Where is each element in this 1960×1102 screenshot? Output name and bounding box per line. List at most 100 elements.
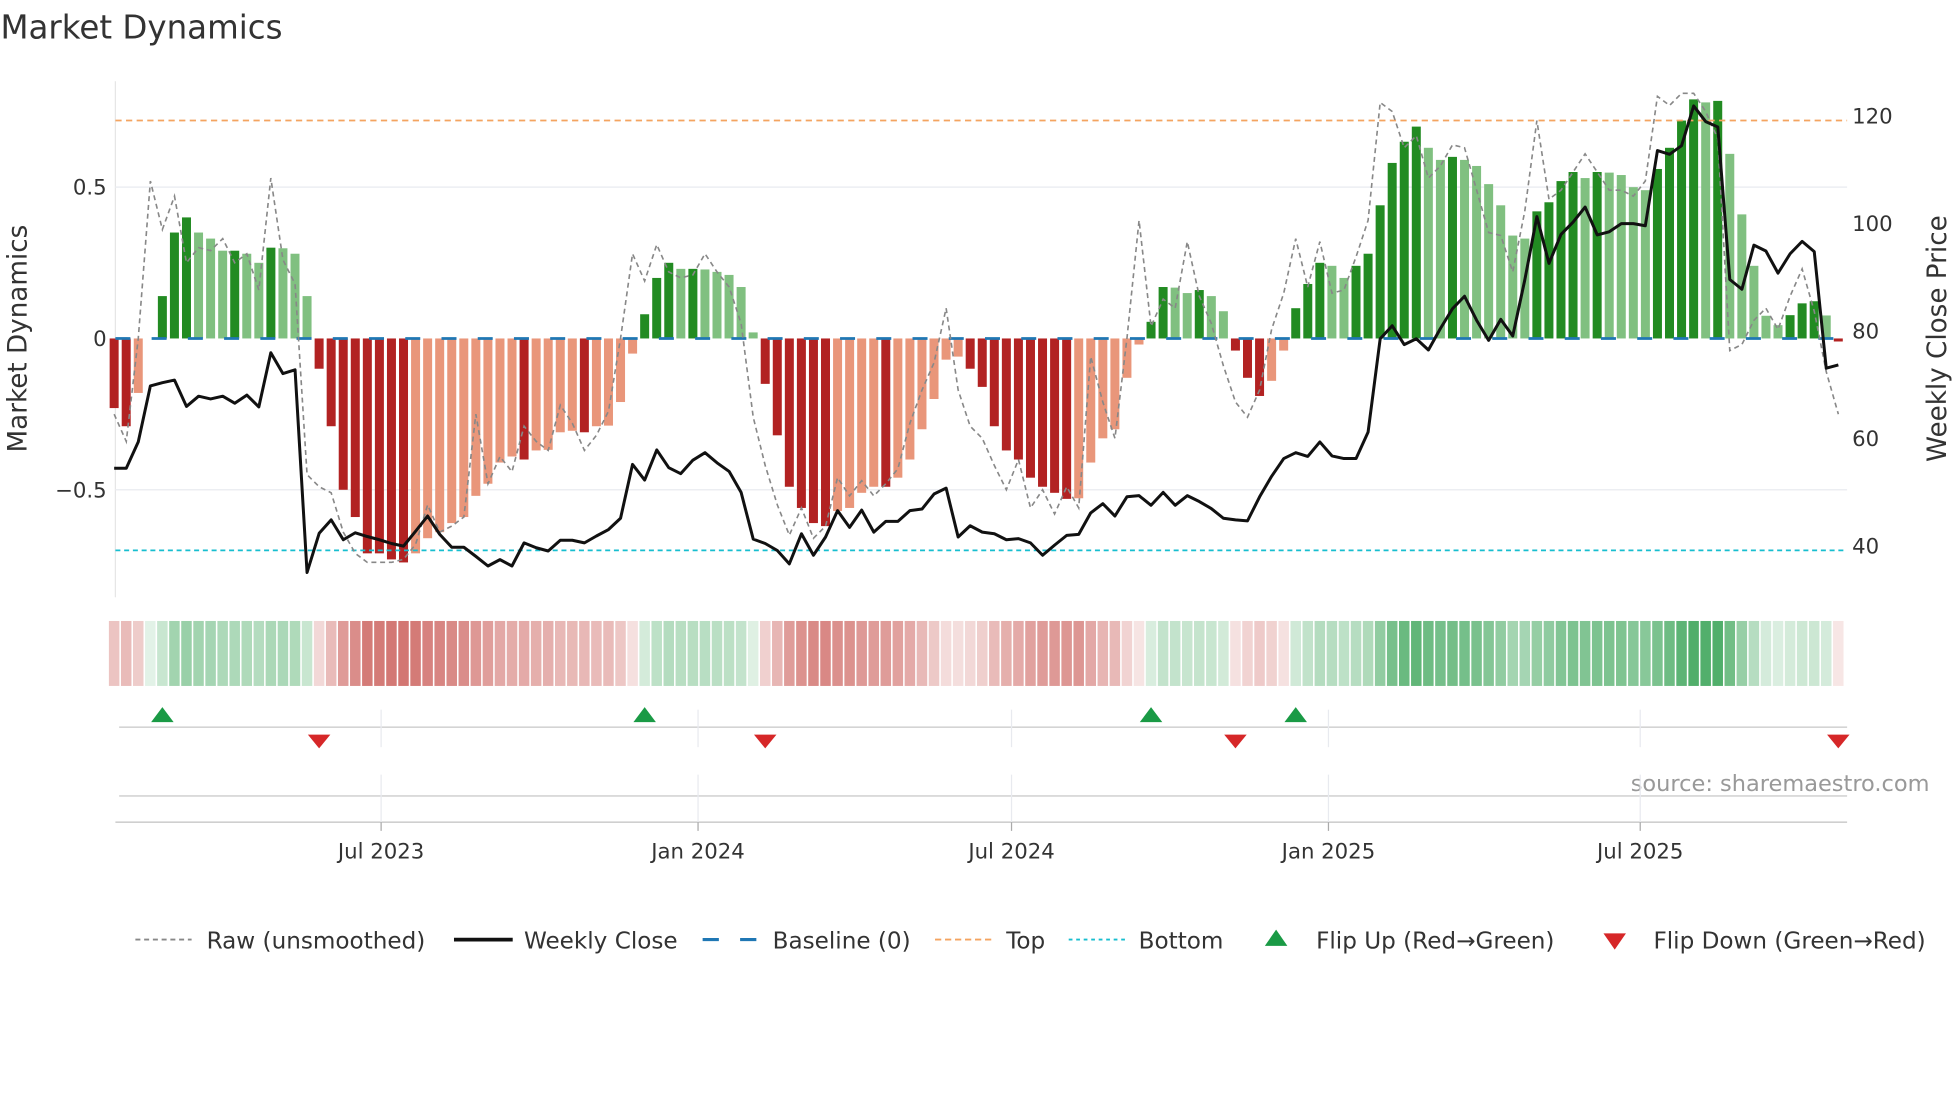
histogram-bar [290,253,300,339]
histogram-bar [1616,175,1626,339]
heat-cell [1194,620,1205,686]
heat-cell [1073,620,1084,686]
histogram-bar [1086,338,1096,463]
heat-cell [1254,620,1265,686]
histogram-bar [1182,293,1192,339]
heat-cell [1097,620,1109,686]
heat-cell [627,620,638,686]
heat-cell [470,620,482,686]
heat-cell [1338,620,1350,686]
heat-cell [1326,620,1338,686]
histogram-bar [1701,102,1711,339]
heat-cell [675,620,687,686]
histogram-bar [230,250,240,339]
y2-tick-label: 100 [1852,212,1893,237]
x-tick-label: Jan 2024 [649,839,745,864]
histogram-bar [965,338,975,369]
heat-cell [639,620,650,686]
heat-cell [759,620,771,686]
heat-cell [446,620,457,686]
histogram-bar [519,338,529,460]
heat-cell [1169,620,1181,686]
heat-cell [506,620,518,686]
heat-cell [952,620,964,686]
heat-cell [374,620,385,686]
heat-cell [856,620,867,686]
histogram-bar [616,338,626,403]
heat-cell [301,620,313,686]
y2-tick-label: 120 [1852,105,1893,130]
heat-cell [1676,620,1687,686]
histogram-bar [326,338,336,427]
histogram-bar [796,338,806,508]
heat-cell [1760,620,1772,686]
heat-cell [916,620,928,686]
x-tick-label: Jul 2023 [336,839,424,864]
histogram-bar [905,338,915,460]
heat-cell [133,620,144,686]
histogram-bar [1158,287,1168,339]
histogram-bar [266,247,276,339]
heat-cell [687,620,699,686]
heat-cell [145,620,156,686]
heat-cell [663,620,675,686]
heat-cell [1567,620,1579,686]
histogram-bar [1809,301,1819,339]
histogram-bar [555,338,565,433]
histogram-bar [676,268,686,339]
heat-cell [555,620,566,686]
heat-cell [1531,620,1543,686]
heat-cell [1025,620,1036,686]
heat-cell [1616,620,1627,686]
heat-cell [1218,620,1229,686]
heat-cell [530,620,542,686]
histogram-bar [362,338,372,554]
y-tick-label: −0.5 [55,478,107,503]
histogram-bar [869,338,879,487]
histogram-bar [953,338,963,357]
heat-cell [1085,620,1097,686]
heat-cell [784,620,795,686]
heat-cell [772,620,783,686]
heat-cell [1808,620,1820,686]
histogram-bar [1689,99,1699,339]
histogram-bar [1038,338,1048,487]
histogram-bar [1568,172,1578,339]
heat-cell [1411,620,1422,686]
histogram-bar [374,338,384,554]
heat-cell [386,620,397,686]
heat-cell [1145,620,1157,686]
histogram-bar [640,314,650,339]
flip-down-marker [307,734,331,749]
heat-strip [108,620,1844,686]
flip-up-marker [151,707,174,723]
heat-cell [1061,620,1072,686]
histogram-bar [1363,253,1373,339]
histogram-bar [1580,178,1590,339]
heat-cell [241,620,253,686]
histogram-bar [1411,126,1421,339]
heat-cell [1242,620,1253,686]
histogram-bar [399,338,409,563]
histogram-bar [157,296,167,339]
histogram-bar [1291,308,1301,339]
heat-cell [1109,620,1121,686]
heat-cell [928,620,940,686]
histogram-bar [338,338,348,490]
histogram-bar [1435,159,1445,339]
histogram-bar [845,338,855,508]
y2-tick-label: 40 [1852,535,1879,560]
histogram-bar [1050,338,1060,493]
heat-cell [1459,620,1470,686]
histogram-bar [543,338,553,450]
histogram-bar [386,338,396,560]
histogram-bar [1230,338,1240,351]
histogram-bar [1279,338,1289,351]
histogram-bar [1001,338,1011,451]
heat-cell [494,620,506,686]
histogram-bar [1025,338,1035,478]
histogram-bar [1785,315,1795,339]
heat-cell [422,620,433,686]
histogram-bar [278,248,288,339]
histogram-bar [254,262,264,339]
